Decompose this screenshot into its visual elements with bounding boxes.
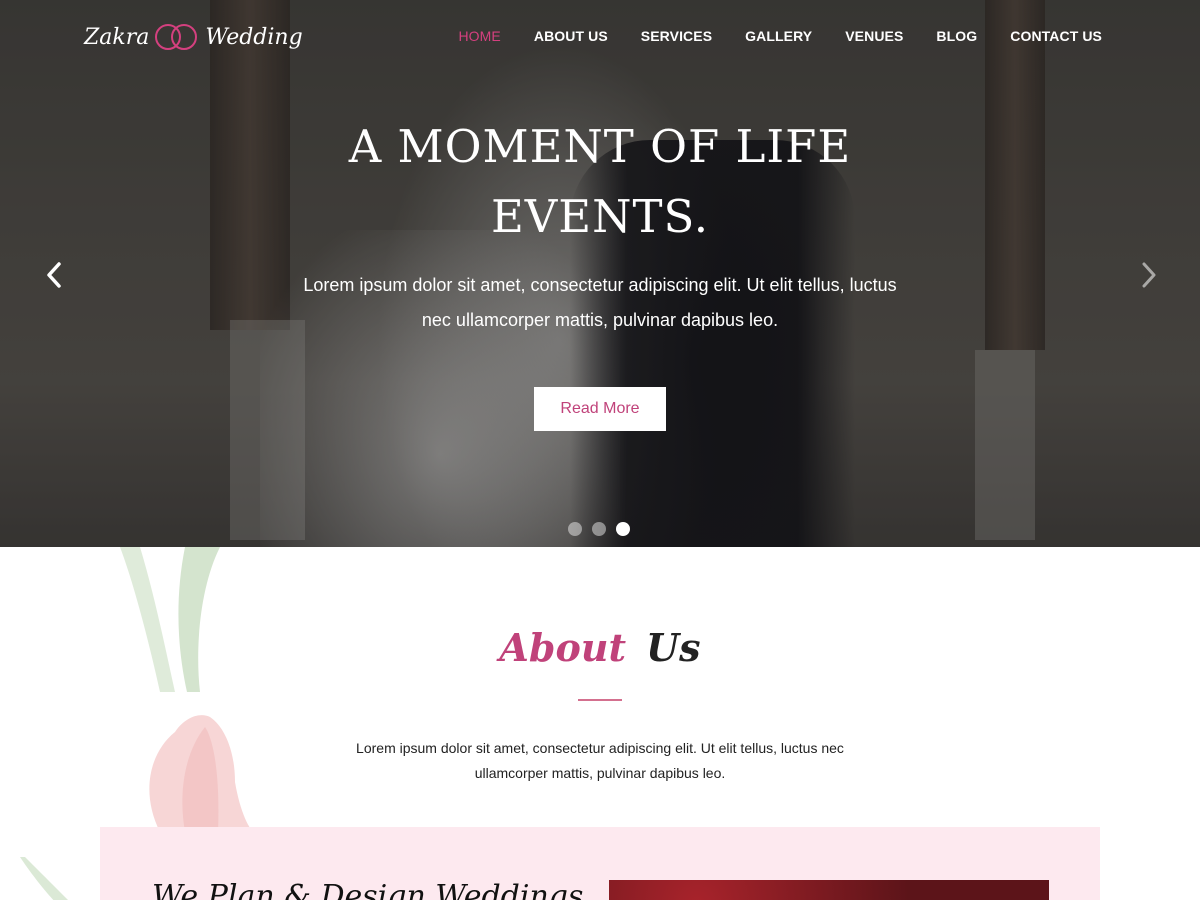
tulip-decoration-icon (149, 715, 255, 832)
nav-blog[interactable]: BLOG (936, 28, 977, 44)
leaf-decoration-icon (120, 547, 220, 692)
leaf-decoration-icon (20, 857, 68, 900)
hero-title: A MOMENT OF LIFE EVENTS. (300, 112, 900, 252)
about-title: About Us (0, 625, 1200, 670)
hero-slider: Zakra Wedding HOME ABOUT US SERVICES GAL… (0, 0, 1200, 547)
nav-contact-us[interactable]: CONTACT US (1010, 28, 1102, 44)
about-divider (578, 699, 622, 701)
wedding-flowers-image (609, 880, 1049, 900)
main-nav: HOME ABOUT US SERVICES GALLERY VENUES BL… (458, 28, 1102, 44)
slider-dot-1[interactable] (568, 522, 582, 536)
rings-icon (155, 22, 199, 52)
about-title-part2: Us (646, 625, 701, 670)
hero-text: Lorem ipsum dolor sit amet, consectetur … (303, 275, 897, 330)
chevron-left-icon[interactable] (40, 260, 70, 290)
nav-about-us[interactable]: ABOUT US (534, 28, 608, 44)
read-more-button[interactable]: Read More (534, 387, 666, 431)
site-logo[interactable]: Zakra Wedding (84, 22, 303, 52)
slider-dot-2[interactable] (592, 522, 606, 536)
hero-title-line2: EVENTS. (490, 190, 710, 243)
nav-gallery[interactable]: GALLERY (745, 28, 812, 44)
slider-dot-3[interactable] (616, 522, 630, 536)
hero-title-line1: A MOMENT OF LIFE (348, 120, 852, 173)
nav-home[interactable]: HOME (458, 28, 500, 44)
chevron-right-icon[interactable] (1133, 260, 1163, 290)
logo-text-right: Wedding (205, 24, 303, 50)
nav-venues[interactable]: VENUES (845, 28, 903, 44)
plan-title: We Plan & Design Weddings (152, 879, 584, 900)
about-title-part1: About (499, 625, 627, 670)
nav-services[interactable]: SERVICES (641, 28, 712, 44)
slider-dots (568, 522, 630, 536)
plan-card: We Plan & Design Weddings (100, 827, 1100, 900)
about-section: About Us Lorem ipsum dolor sit amet, cons… (0, 547, 1200, 900)
logo-text-left: Zakra (84, 24, 150, 50)
about-text: Lorem ipsum dolor sit amet, consectetur … (356, 740, 844, 781)
